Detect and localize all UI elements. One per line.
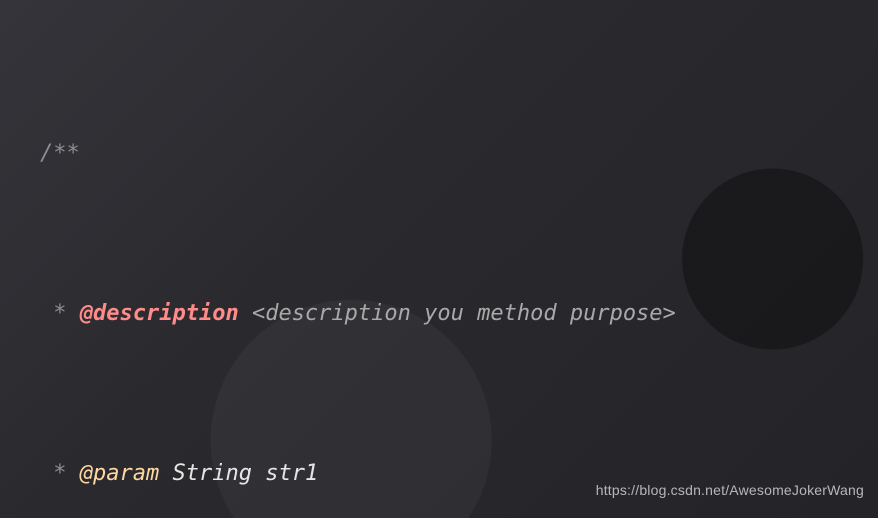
- watermark-text: https://blog.csdn.net/AwesomeJokerWang: [596, 470, 864, 510]
- description-text: <description you method purpose>: [252, 301, 676, 326]
- code-block: /** * @description <description you meth…: [40, 14, 858, 518]
- javadoc-open: /**: [40, 141, 80, 166]
- tag-param: @param: [80, 461, 159, 486]
- param1-type: String: [172, 461, 251, 486]
- param1-name: str1: [265, 461, 318, 486]
- tag-description: @description: [80, 301, 239, 326]
- javadoc-star: *: [40, 301, 80, 326]
- javadoc-star: *: [40, 461, 80, 486]
